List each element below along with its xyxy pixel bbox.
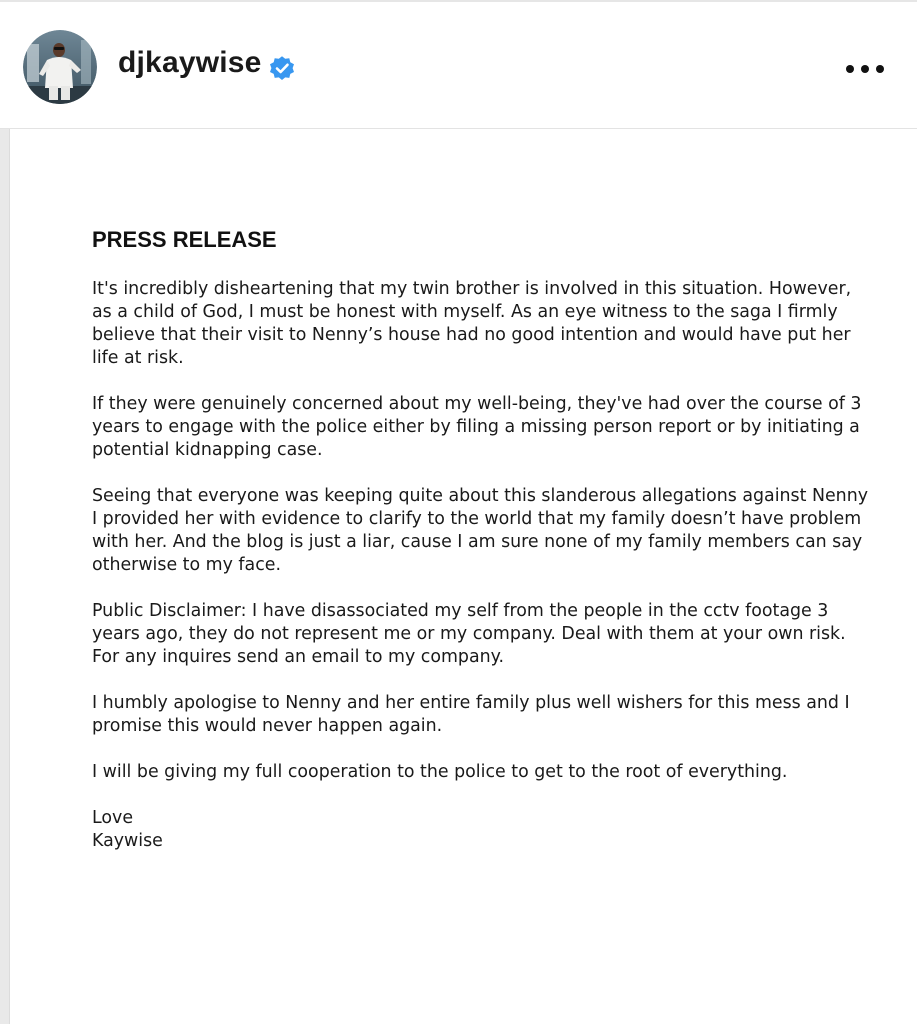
more-options-icon-dot (876, 65, 884, 73)
avatar-photo-icon (23, 30, 97, 104)
carousel-edge (0, 129, 10, 1024)
post-image-document: PRESS RELEASE It's incredibly dishearten… (10, 129, 917, 1024)
more-options-icon (846, 65, 854, 73)
signoff: Love (92, 808, 134, 828)
verified-badge-icon (268, 54, 296, 82)
more-options-button[interactable] (840, 57, 890, 81)
more-options-icon-dot (861, 65, 869, 73)
paragraph: I humbly apologise to Nenny and her enti… (92, 693, 850, 736)
signoff-block: Love Kaywise (92, 807, 872, 853)
avatar[interactable] (23, 30, 97, 104)
signature: Kaywise (92, 831, 163, 851)
press-release-title: PRESS RELEASE (92, 227, 277, 252)
paragraph: Public Disclaimer: I have disassociated … (92, 601, 846, 667)
paragraph: I will be giving my full cooperation to … (92, 762, 788, 782)
press-release-body: It's incredibly disheartening that my tw… (92, 278, 872, 853)
username[interactable]: djkaywise (118, 46, 262, 80)
post-header: djkaywise (0, 2, 917, 129)
paragraph: If they were genuinely concerned about m… (92, 394, 862, 460)
paragraph: Seeing that everyone was keeping quite a… (92, 486, 869, 575)
paragraph: It's incredibly disheartening that my tw… (92, 279, 852, 368)
